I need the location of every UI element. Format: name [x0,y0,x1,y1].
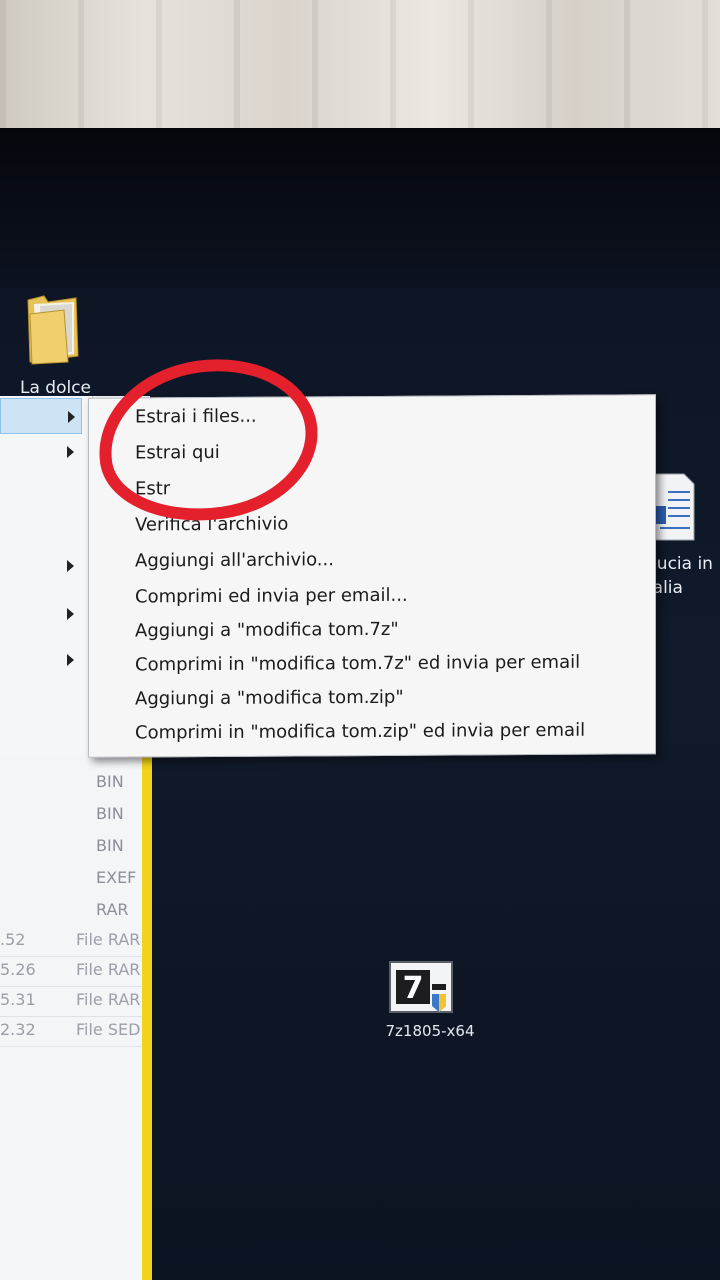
file-type-cell: BIN [96,772,124,791]
menu-item-submenu[interactable] [0,596,92,636]
installer-label[interactable]: 7z1805-x64 [360,1022,500,1040]
file-type-cell: File SED [76,1020,141,1039]
file-size-cell: 5.26 [0,960,36,979]
menu-item-submenu[interactable] [0,642,92,682]
7zip-icon[interactable]: 7 [388,960,456,1016]
submenu-arrow-icon [67,560,74,572]
svg-text:7: 7 [403,971,424,1006]
row-divider [0,986,142,987]
file-type-cell: File RAR [76,960,141,979]
menu-item-compress-zip-email[interactable]: Comprimi in "modifica tom.zip" ed invia … [135,720,585,753]
file-size-cell: .52 [0,930,26,949]
folder-icon[interactable] [24,292,82,366]
row-divider [0,956,142,957]
monitor-bezel [0,128,720,288]
file-type-cell: RAR [96,900,129,919]
row-divider [0,1016,142,1017]
file-size-cell: 5.31 [0,990,36,1009]
row-divider [0,1046,142,1047]
document-label-line2: talia [646,578,683,598]
file-type-cell: File RAR [76,930,141,949]
menu-item-submenu[interactable] [0,434,92,474]
file-type-cell: EXEF [96,868,137,887]
explorer-highlight-edge [142,740,152,1280]
document-label[interactable]: ducia in talia [646,552,720,600]
parent-context-menu [0,396,93,756]
file-type-cell: BIN [96,836,124,855]
menu-item-7zip[interactable] [0,398,82,434]
menu-item-add-to-7z[interactable]: Aggiungi a "modifica tom.7z" [135,619,399,651]
menu-item-compress-email[interactable]: Comprimi ed invia per email... [135,585,408,617]
menu-item-submenu[interactable] [0,548,92,588]
wall-shadow [0,0,720,135]
submenu-arrow-icon [68,411,75,423]
submenu-arrow-icon [67,608,74,620]
file-type-cell: File RAR [76,990,141,1009]
document-icon[interactable] [650,472,696,542]
submenu-arrow-icon [67,446,74,458]
file-type-cell: BIN [96,804,124,823]
menu-item-add-to-archive[interactable]: Aggiungi all'archivio... [135,549,334,580]
folder-label[interactable]: La dolce [20,378,110,398]
file-size-cell: 2.32 [0,1020,36,1039]
submenu-arrow-icon [67,654,74,666]
menu-item-add-to-zip[interactable]: Aggiungi a "modifica tom.zip" [135,687,404,719]
menu-item-compress-7z-email[interactable]: Comprimi in "modifica tom.7z" ed invia p… [135,652,580,685]
document-label-line1: ducia in [646,554,713,574]
